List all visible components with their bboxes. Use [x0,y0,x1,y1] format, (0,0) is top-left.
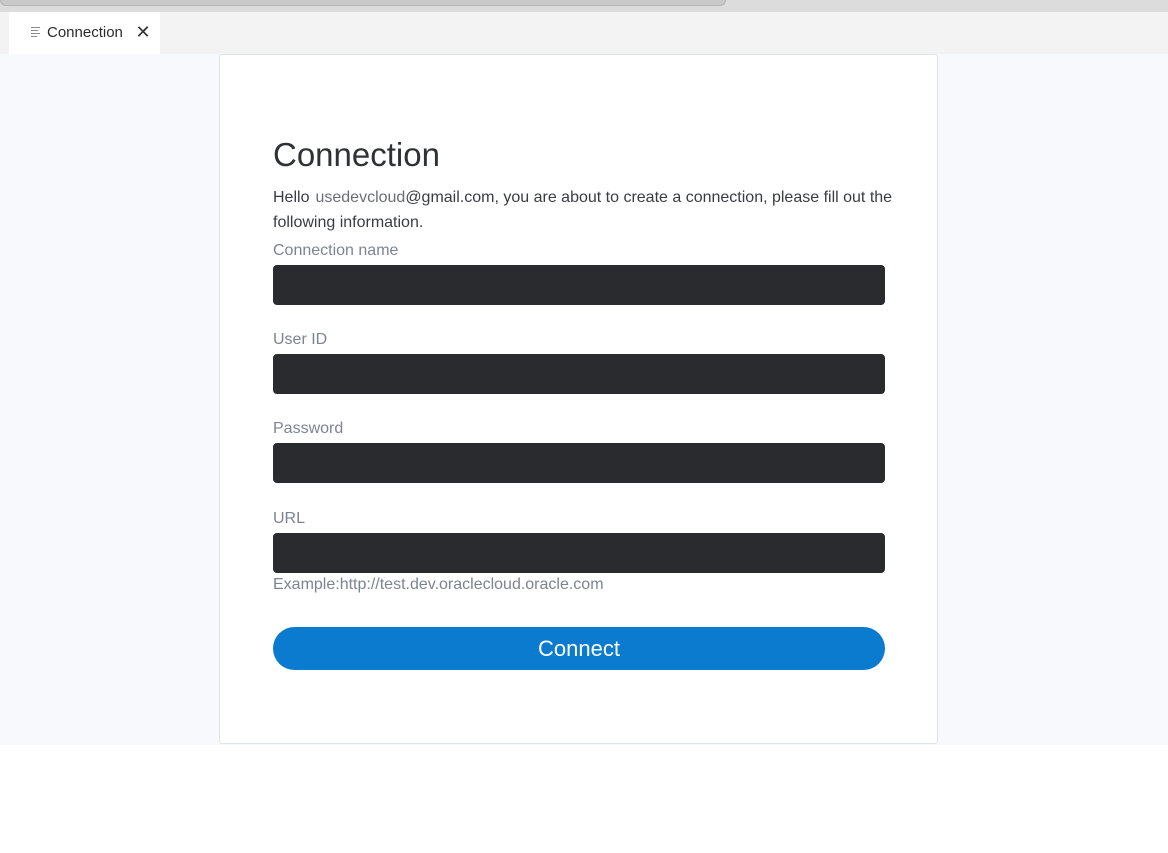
window-top-strip [0,0,1168,12]
close-icon[interactable]: ✕ [135,23,151,41]
user-name: usedevcloud [315,189,406,206]
tab-connection[interactable]: Connection ✕ [9,12,160,54]
intro-prefix: Hello [273,189,310,206]
connection-name-label: Connection name [273,242,399,259]
tab-label: Connection [47,24,123,41]
page-title: Connection [273,136,440,173]
tab-bar: Connection ✕ [0,12,1168,54]
url-label: URL [273,510,306,527]
connection-name-input[interactable] [273,265,885,305]
url-input[interactable] [273,533,885,573]
user-id-input[interactable] [273,354,885,394]
intro-text: Hello usedevcloud@gmail.com, you are abou… [273,185,898,235]
connection-card: Connection Hello usedevcloud@gmail.com, y… [219,54,938,744]
password-input[interactable] [273,443,885,483]
user-id-label: User ID [273,331,328,348]
connect-button[interactable]: Connect [273,627,885,670]
url-example-hint: Example:http://test.dev.oraclecloud.orac… [273,576,604,593]
password-label: Password [273,420,344,437]
document-lines-icon [31,27,41,39]
horizontal-scrollbar[interactable] [0,0,726,6]
main-content: Connection Hello usedevcloud@gmail.com, y… [0,54,1168,745]
